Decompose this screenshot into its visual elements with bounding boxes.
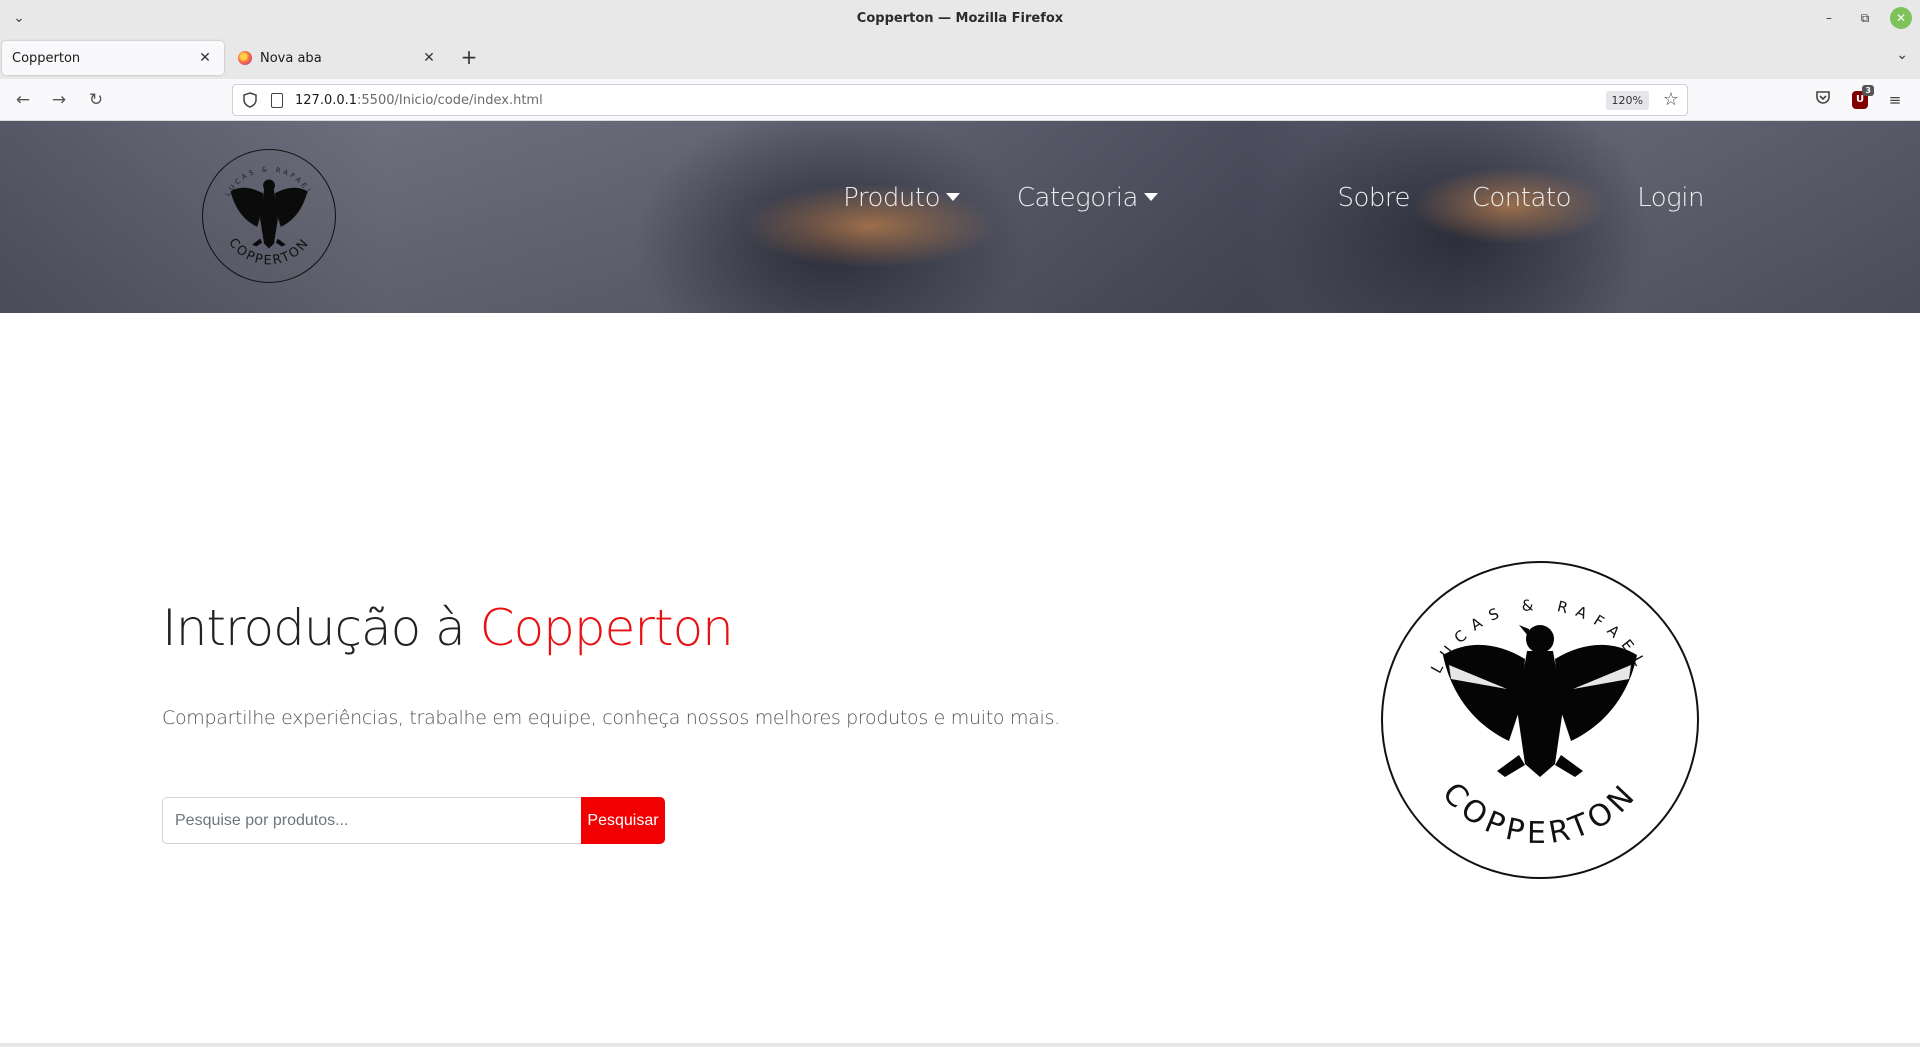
nav-login[interactable]: Login xyxy=(1637,183,1704,213)
nav-produto[interactable]: Produto xyxy=(843,183,960,213)
nav-login-label: Login xyxy=(1637,183,1704,213)
tab-label: Nova aba xyxy=(260,50,322,66)
page-viewport: LUCAS & RAFAEL COPPERTON Produto Categor… xyxy=(0,121,1920,1047)
intro-title-brand: Copperton xyxy=(479,599,734,657)
restore-icon[interactable]: ⧉ xyxy=(1854,7,1876,29)
back-arrow-icon[interactable]: ← xyxy=(12,89,34,111)
intro-title: Introdução à Copperton xyxy=(162,599,734,657)
close-icon[interactable]: ✕ xyxy=(1890,7,1912,29)
nav-categoria[interactable]: Categoria xyxy=(1017,183,1158,213)
search-form: Pesquisar xyxy=(162,797,665,844)
window-titlebar: ⌄ Copperton — Mozilla Firefox – ⧉ ✕ xyxy=(0,0,1920,37)
tab-copperton[interactable]: Copperton ✕ xyxy=(2,41,224,75)
nav-categoria-label: Categoria xyxy=(1016,183,1139,213)
caret-down-icon xyxy=(946,192,960,201)
brand-logo[interactable]: LUCAS & RAFAEL COPPERTON xyxy=(202,149,336,283)
svg-text:COPPERTON: COPPERTON xyxy=(1435,776,1644,851)
list-all-tabs-icon[interactable]: ⌄ xyxy=(10,9,28,27)
site-header: LUCAS & RAFAEL COPPERTON Produto Categor… xyxy=(0,121,1920,313)
ublock-badge: 3 xyxy=(1862,85,1874,96)
eagle-icon: LUCAS & RAFAEL COPPERTON xyxy=(224,166,311,269)
minimize-icon[interactable]: – xyxy=(1818,7,1840,29)
window-controls: – ⧉ ✕ xyxy=(1818,7,1912,29)
intro-subtitle: Compartilhe experiências, trabalhe em eq… xyxy=(162,707,1060,729)
forward-arrow-icon[interactable]: → xyxy=(48,89,70,111)
chevron-down-icon[interactable]: ⌄ xyxy=(1896,47,1908,63)
nav-contato-label: Contato xyxy=(1471,183,1572,213)
url-host: 127.0.0.1 xyxy=(295,92,358,108)
nav-produto-label: Produto xyxy=(843,183,940,213)
caret-down-icon xyxy=(1144,192,1158,201)
hamburger-menu-icon[interactable]: ≡ xyxy=(1884,89,1906,111)
zoom-indicator[interactable]: 120% xyxy=(1605,91,1649,110)
intro-title-prefix: Introdução à xyxy=(162,599,480,657)
star-icon[interactable]: ☆ xyxy=(1663,89,1679,110)
pocket-icon[interactable] xyxy=(1812,89,1834,111)
shield-icon[interactable] xyxy=(243,92,257,108)
hero-logo: LUCAS & RAFAEL COPPERTON xyxy=(1379,559,1701,881)
nav-sobre-label: Sobre xyxy=(1337,183,1410,213)
tab-close-icon[interactable]: ✕ xyxy=(420,50,438,66)
nav-sobre[interactable]: Sobre xyxy=(1337,183,1410,213)
reload-icon[interactable]: ↻ xyxy=(85,89,107,111)
url-path: :5500/Inicio/code/index.html xyxy=(357,92,543,108)
url-text[interactable]: 127.0.0.1:5500/Inicio/code/index.html xyxy=(295,93,543,108)
page-bottom-border xyxy=(0,1043,1920,1047)
nav-contato[interactable]: Contato xyxy=(1471,183,1572,213)
page-icon[interactable] xyxy=(271,92,283,108)
window-title: Copperton — Mozilla Firefox xyxy=(856,11,1064,26)
firefox-icon xyxy=(238,51,252,65)
search-input[interactable] xyxy=(162,797,581,844)
tab-label: Copperton xyxy=(12,50,81,66)
url-bar[interactable]: 127.0.0.1:5500/Inicio/code/index.html 12… xyxy=(232,84,1688,116)
tab-nova-aba[interactable]: Nova aba ✕ xyxy=(228,41,448,75)
navigation-toolbar: ← → ↻ 127.0.0.1:5500/Inicio/code/index.h… xyxy=(0,79,1920,121)
tab-strip: Copperton ✕ Nova aba ✕ + ⌄ xyxy=(0,37,1920,79)
eagle-icon: LUCAS & RAFAEL COPPERTON xyxy=(1381,561,1699,879)
ublock-icon[interactable]: U3 xyxy=(1852,85,1874,109)
tab-close-icon[interactable]: ✕ xyxy=(196,50,214,66)
new-tab-button[interactable]: + xyxy=(458,47,480,69)
search-button[interactable]: Pesquisar xyxy=(581,797,665,844)
